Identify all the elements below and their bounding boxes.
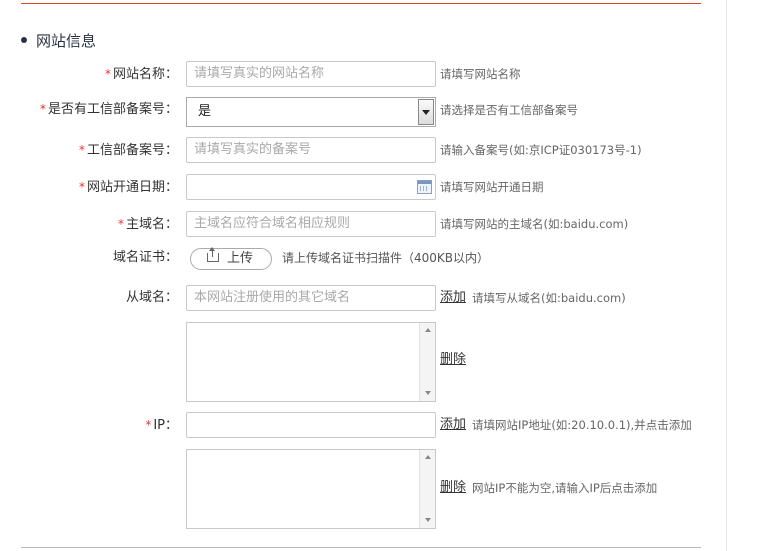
domain-cert-row: 域名证书： 请上传域名证书扫描件（400KB以内） [0,245,726,271]
icp-filed-selected: 是 [198,104,212,119]
site-name-label-text: 网站名称： [112,67,178,82]
site-name-label: * 网站名称： [105,61,178,87]
open-date-label: * 网站开通日期： [79,174,178,200]
open-date-label-text: 网站开通日期： [86,180,178,195]
upload-button-label: 上传 [227,251,254,266]
sub-domain-delete-row: 删除 [0,347,726,373]
sub-domain-delete-link[interactable]: 删除 [440,347,466,373]
required-mark: * [145,418,152,432]
site-name-row: * 网站名称： 请填写真实的网站名称 请填写网站名称 [0,61,726,87]
calendar-icon[interactable] [417,180,432,194]
site-name-placeholder: 请填写真实的网站名称 [194,66,325,81]
scroll-up-icon[interactable] [425,455,431,459]
required-mark: * [78,180,85,194]
ip-add-link[interactable]: 添加 [440,412,466,438]
ip-hint: 请填网站IP地址(如:20.10.0.1),并点击添加 [472,418,692,432]
required-mark: * [117,217,124,231]
bottom-divider [21,547,701,548]
icp-number-placeholder: 请填写真实的备案号 [194,142,312,157]
open-date-row: * 网站开通日期： 请填写网站开通日期 [0,174,726,200]
required-mark: * [39,102,46,116]
icp-number-label-text: 工信部备案号： [86,143,178,158]
main-domain-hint: 请填写网站的主域名(如:baidu.com) [440,217,629,231]
main-domain-label-text: 主域名： [125,217,178,232]
site-name-hint: 请填写网站名称 [440,67,521,81]
icp-number-hint: 请输入备案号(如:京ICP证030173号-1) [440,143,642,157]
icp-filed-row: * 是否有工信部备案号： 是 请选择是否有工信部备案号 [0,96,726,127]
section-title: 网站信息 [21,30,96,51]
upload-button[interactable]: 上传 [190,247,272,270]
top-divider [21,3,701,4]
ip-delete-link[interactable]: 删除 [440,475,466,501]
main-domain-label: * 主域名： [118,211,178,237]
icp-filed-select[interactable]: 是 [186,97,436,127]
main-domain-placeholder: 主域名应符合域名相应规则 [194,216,351,231]
sub-domain-label: 从域名： [125,290,178,305]
required-mark: * [78,143,85,157]
domain-cert-hint: 请上传域名证书扫描件（400KB以内） [282,251,490,265]
icp-number-row: * 工信部备案号： 请填写真实的备案号 请输入备案号(如:京ICP证030173号… [0,137,726,163]
icp-filed-label-text: 是否有工信部备案号： [47,102,178,117]
sub-domain-add-link[interactable]: 添加 [440,285,466,311]
icp-number-input[interactable]: 请填写真实的备案号 [186,137,436,163]
scroll-down-icon[interactable] [425,391,431,395]
sub-domain-placeholder: 本网站注册使用的其它域名 [194,290,351,305]
ip-delete-row: 删除 网站IP不能为空,请输入IP后点击添加 [0,475,726,501]
ip-input[interactable] [186,412,436,438]
sub-domain-row: 从域名： 本网站注册使用的其它域名 添加 请填写从域名(如:baidu.com) [0,285,726,311]
site-name-input[interactable]: 请填写真实的网站名称 [186,61,436,87]
bullet-icon [21,36,27,43]
ip-delete-hint: 网站IP不能为空,请输入IP后点击添加 [472,481,658,495]
open-date-input[interactable] [186,174,436,200]
icp-filed-label: * 是否有工信部备案号： [40,96,178,122]
icp-filed-hint: 请选择是否有工信部备案号 [440,103,578,117]
ip-row: * IP： 添加 请填网站IP地址(如:20.10.0.1),并点击添加 [0,412,726,438]
right-divider [726,0,727,551]
ip-label: * IP： [145,412,178,438]
main-domain-input[interactable]: 主域名应符合域名相应规则 [186,211,436,237]
icp-number-label: * 工信部备案号： [79,137,178,163]
section-title-text: 网站信息 [36,32,97,50]
ip-label-text: IP： [153,418,178,433]
required-mark: * [104,67,111,81]
upload-icon [207,247,219,262]
open-date-hint: 请填写网站开通日期 [440,180,544,194]
scroll-down-icon[interactable] [425,518,431,522]
dropdown-arrow-icon[interactable] [418,99,434,125]
scroll-up-icon[interactable] [425,328,431,332]
sub-domain-input[interactable]: 本网站注册使用的其它域名 [186,285,436,311]
domain-cert-label: 域名证书： [112,250,178,265]
sub-domain-hint: 请填写从域名(如:baidu.com) [472,291,626,305]
main-domain-row: * 主域名： 主域名应符合域名相应规则 请填写网站的主域名(如:baidu.com… [0,211,726,237]
